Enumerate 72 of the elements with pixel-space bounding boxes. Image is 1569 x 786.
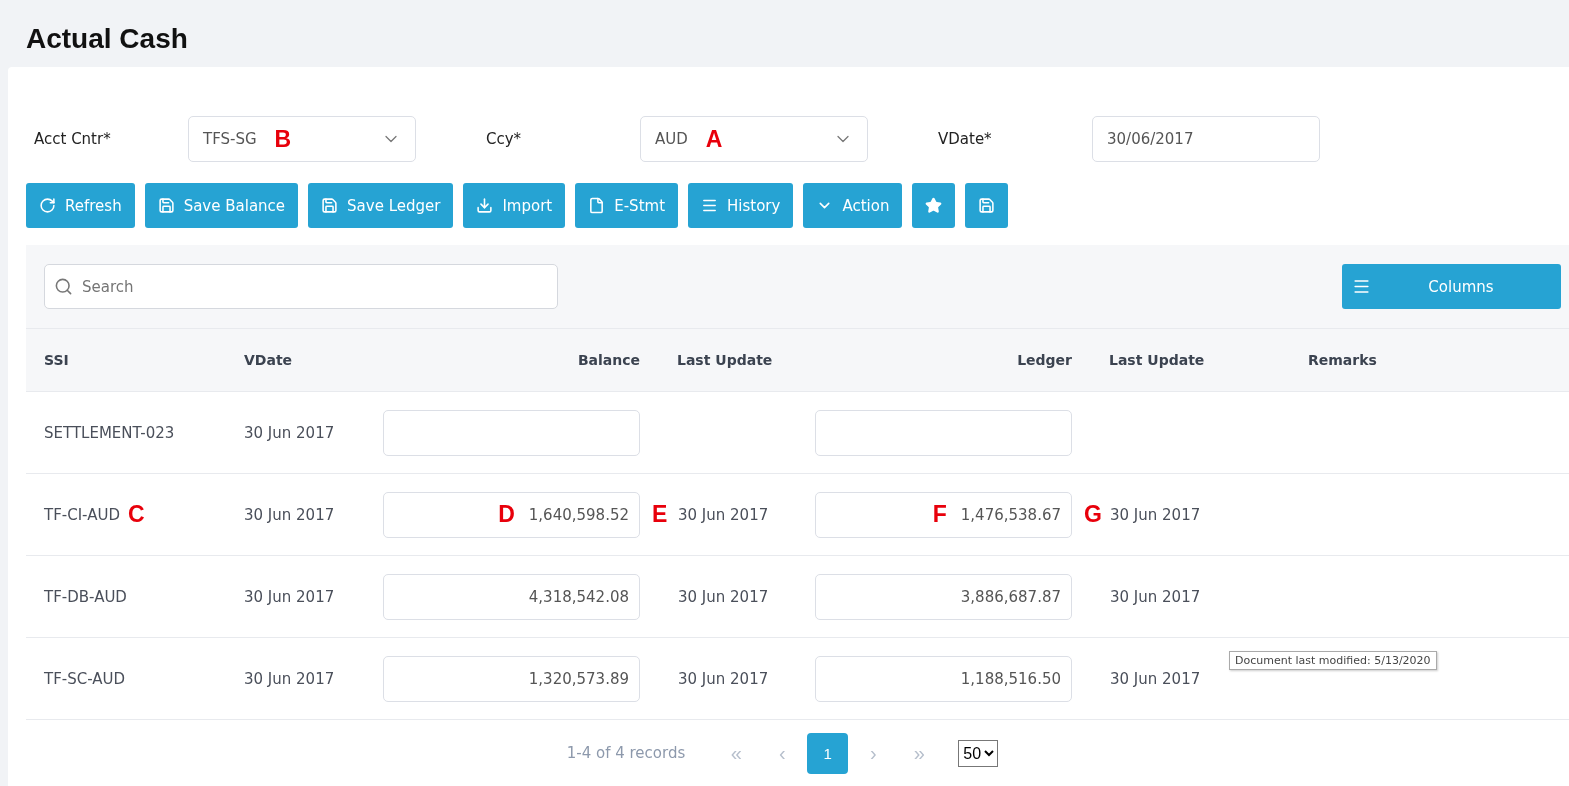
annotation-letter: C — [128, 501, 145, 528]
amount-field[interactable] — [383, 409, 640, 456]
refresh-icon — [39, 197, 56, 214]
search-icon — [54, 277, 73, 296]
previous-page-button[interactable]: ‹ — [759, 740, 806, 766]
column-header: Balance — [577, 352, 640, 368]
star-icon — [925, 197, 943, 214]
table-cell-text: 30 Jun 2017 — [244, 669, 336, 688]
annotation-letter: D — [498, 501, 515, 528]
record-count: 1-4 of 4 records — [566, 744, 686, 762]
list-icon — [701, 197, 719, 214]
icon-button[interactable] — [912, 183, 956, 228]
download-icon — [476, 197, 494, 214]
table-cell: 30 Jun 2017 — [678, 587, 769, 606]
column-header: Remarks — [1308, 352, 1377, 368]
table-cell-text: TF-CI-AUD C — [44, 501, 146, 528]
table-cell-text: 30 Jun 2017 — [244, 505, 336, 524]
tooltip: Document last modified: 5/13/2020 — [1229, 651, 1437, 670]
save-icon — [321, 197, 339, 214]
toolbar-button[interactable]: Import — [463, 183, 566, 228]
amount-field[interactable]: D 1,640,598.52 — [383, 491, 640, 538]
toolbar-button[interactable]: E-Stmt — [575, 183, 679, 228]
table-cell: 30 Jun 2017 — [1110, 505, 1201, 524]
table-cell-text: TF-SC-AUD — [44, 669, 127, 688]
table-cell-text: 30 Jun 2017 — [244, 423, 336, 442]
field-label: VDate* — [937, 130, 993, 148]
amount-field[interactable]: 4,318,542.08 — [383, 573, 640, 620]
list-icon — [1352, 277, 1371, 296]
save-icon — [978, 197, 996, 214]
table-cell-text: SETTLEMENT-023 — [44, 423, 176, 442]
toolbar-button[interactable]: Action — [803, 183, 903, 228]
date-field[interactable]: 30/06/2017 — [1092, 116, 1320, 162]
field-label: Acct Cntr* — [33, 130, 112, 148]
file-icon — [588, 197, 606, 214]
column-header: VDate — [244, 352, 293, 368]
table-cell: 30 Jun 2017 — [678, 505, 769, 524]
amount-field[interactable]: 3,886,687.87 — [815, 573, 1072, 620]
icon-button[interactable] — [965, 183, 1009, 228]
page-title: Actual Cash — [25, 21, 189, 56]
annotation-letter: F — [932, 501, 947, 528]
first-page-button[interactable]: « — [713, 740, 760, 766]
amount-field[interactable] — [815, 409, 1072, 456]
annotation-letter: A — [705, 125, 723, 153]
column-header: Last Update — [676, 352, 773, 368]
column-header: Ledger — [1017, 352, 1072, 368]
table-cell-text: TF-DB-AUD — [44, 587, 128, 606]
toolbar-button[interactable]: History — [688, 183, 794, 228]
amount-field[interactable]: 1,188,516.50 — [815, 655, 1072, 702]
annotation-letter: G — [1084, 501, 1102, 528]
toolbar-button[interactable]: Save Ledger — [308, 183, 454, 228]
next-page-button[interactable]: › — [850, 740, 897, 766]
amount-field[interactable]: 1,320,573.89 — [383, 655, 640, 702]
annotation-letter: B — [274, 125, 292, 153]
columns-button[interactable]: Columns — [1342, 264, 1561, 309]
table-cell: 30 Jun 2017 — [1110, 587, 1201, 606]
save-icon — [157, 197, 175, 214]
page-button[interactable]: 1 — [807, 732, 849, 774]
toolbar-button[interactable]: Refresh — [26, 183, 135, 228]
column-header: Last Update — [1108, 352, 1205, 368]
amount-field[interactable]: F 1,476,538.67 — [815, 491, 1072, 538]
field-label: Ccy* — [485, 130, 523, 148]
page-size-select[interactable]: 50 — [958, 739, 999, 767]
search-field[interactable]: Search — [44, 264, 558, 309]
column-header: SSI — [44, 352, 69, 368]
table-cell: 30 Jun 2017 — [1110, 669, 1201, 688]
last-page-button[interactable]: » — [896, 740, 943, 766]
table-cell-text: 30 Jun 2017 — [244, 587, 336, 606]
annotation-letter: E — [652, 501, 668, 528]
select-field[interactable]: AUD A — [640, 116, 868, 162]
toolbar-button[interactable]: Save Balance — [144, 183, 299, 228]
table-cell: 30 Jun 2017 — [678, 669, 769, 688]
select-field[interactable]: TFS-SG B — [188, 116, 416, 162]
